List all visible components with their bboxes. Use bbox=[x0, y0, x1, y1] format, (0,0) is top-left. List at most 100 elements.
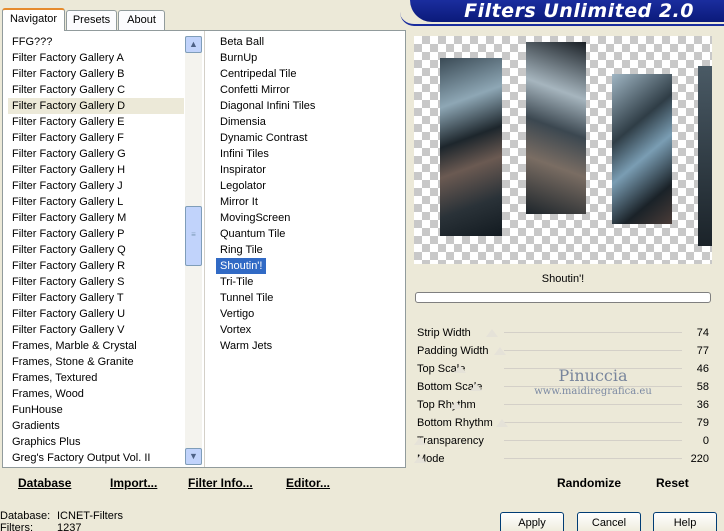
filter-item[interactable]: Dimensia bbox=[216, 114, 396, 130]
category-item[interactable]: Frames, Wood bbox=[8, 386, 184, 402]
param-slider-knob[interactable] bbox=[414, 455, 426, 463]
cancel-button[interactable]: Cancel bbox=[577, 512, 641, 531]
category-item[interactable]: Filter Factory Gallery D bbox=[8, 98, 184, 114]
category-item[interactable]: Filter Factory Gallery E bbox=[8, 114, 184, 130]
tab-about[interactable]: About bbox=[118, 10, 165, 30]
preview-strip bbox=[440, 58, 502, 236]
category-item[interactable]: FunHouse bbox=[8, 402, 184, 418]
category-item[interactable]: Frames, Stone & Granite bbox=[8, 354, 184, 370]
param-label: Strip Width bbox=[417, 327, 471, 339]
category-scrollbar[interactable]: ▲ ≡ ▼ bbox=[185, 36, 202, 465]
param-row[interactable]: Strip Width 74 bbox=[414, 324, 712, 342]
filter-item[interactable]: BurnUp bbox=[216, 50, 396, 66]
apply-button[interactable]: Apply bbox=[500, 512, 564, 531]
category-item[interactable]: Filter Factory Gallery F bbox=[8, 130, 184, 146]
randomize-button[interactable]: Randomize bbox=[557, 472, 621, 494]
param-value: 77 bbox=[696, 345, 709, 357]
editor-button[interactable]: Editor... bbox=[286, 472, 330, 494]
category-item[interactable]: Filter Factory Gallery C bbox=[8, 82, 184, 98]
param-slider-knob[interactable] bbox=[414, 437, 426, 445]
category-item[interactable]: Filter Factory Gallery L bbox=[8, 194, 184, 210]
reset-button[interactable]: Reset bbox=[656, 472, 689, 494]
tab-presets[interactable]: Presets bbox=[66, 10, 117, 30]
list-divider bbox=[204, 31, 205, 467]
preview-strip bbox=[698, 66, 712, 246]
param-slider-track[interactable] bbox=[504, 404, 682, 405]
param-row[interactable]: Bottom Rhythm 79 bbox=[414, 414, 712, 432]
category-item[interactable]: Filter Factory Gallery J bbox=[8, 178, 184, 194]
param-slider-knob[interactable] bbox=[450, 401, 462, 409]
import-button[interactable]: Import... bbox=[110, 472, 157, 494]
filter-item[interactable]: Mirror It bbox=[216, 194, 396, 210]
category-item[interactable]: Filter Factory Gallery V bbox=[8, 322, 184, 338]
param-slider-knob[interactable] bbox=[454, 365, 466, 373]
action-bar: Database Import... Filter Info... Editor… bbox=[0, 472, 724, 496]
filter-item[interactable]: Confetti Mirror bbox=[216, 82, 396, 98]
category-item[interactable]: Filter Factory Gallery U bbox=[8, 306, 184, 322]
param-value: 0 bbox=[702, 435, 709, 447]
help-button[interactable]: Help bbox=[653, 512, 717, 531]
param-row[interactable]: Mode 220 bbox=[414, 450, 712, 468]
scroll-down-button[interactable]: ▼ bbox=[185, 448, 202, 465]
category-item[interactable]: Filter Factory Gallery B bbox=[8, 66, 184, 82]
filter-info-button[interactable]: Filter Info... bbox=[188, 472, 253, 494]
filter-item[interactable]: Ring Tile bbox=[216, 242, 396, 258]
param-label: Bottom Rhythm bbox=[417, 417, 493, 429]
param-value: 220 bbox=[690, 453, 709, 465]
filter-item[interactable]: MovingScreen bbox=[216, 210, 396, 226]
filter-item[interactable]: Tri-Tile bbox=[216, 274, 396, 290]
filter-item[interactable]: Quantum Tile bbox=[216, 226, 396, 242]
filter-item[interactable]: Shoutin'! bbox=[216, 258, 396, 274]
database-button[interactable]: Database bbox=[18, 472, 71, 494]
category-item[interactable]: Filter Factory Gallery Q bbox=[8, 242, 184, 258]
param-row[interactable]: Padding Width 77 bbox=[414, 342, 712, 360]
filter-item[interactable]: Diagonal Infini Tiles bbox=[216, 98, 396, 114]
scroll-thumb[interactable]: ≡ bbox=[185, 206, 202, 266]
filter-item[interactable]: Legolator bbox=[216, 178, 396, 194]
tab-navigator[interactable]: Navigator bbox=[2, 8, 65, 31]
category-item[interactable]: Graphics Plus bbox=[8, 434, 184, 450]
database-value: ICNET-Filters bbox=[57, 510, 123, 522]
category-item[interactable]: Filter Factory Gallery R bbox=[8, 258, 184, 274]
category-item[interactable]: Filter Factory Gallery P bbox=[8, 226, 184, 242]
category-item[interactable]: FFG??? bbox=[8, 34, 184, 50]
category-item[interactable]: Filter Factory Gallery M bbox=[8, 210, 184, 226]
preview-strip bbox=[526, 42, 586, 214]
filter-item[interactable]: Dynamic Contrast bbox=[216, 130, 396, 146]
filter-item[interactable]: Vertigo bbox=[216, 306, 396, 322]
filter-item[interactable]: Inspirator bbox=[216, 162, 396, 178]
filter-item[interactable]: Warm Jets bbox=[216, 338, 396, 354]
category-item[interactable]: Filter Factory Gallery G bbox=[8, 146, 184, 162]
param-slider-track[interactable] bbox=[504, 458, 682, 459]
category-item[interactable]: Filter Factory Gallery S bbox=[8, 274, 184, 290]
param-value: 58 bbox=[696, 381, 709, 393]
category-item[interactable]: Filter Factory Gallery A bbox=[8, 50, 184, 66]
category-item[interactable]: Gradients bbox=[8, 418, 184, 434]
category-item[interactable]: Frames, Marble & Crystal bbox=[8, 338, 184, 354]
filter-item[interactable]: Beta Ball bbox=[216, 34, 396, 50]
param-slider-knob[interactable] bbox=[486, 329, 498, 337]
scroll-up-button[interactable]: ▲ bbox=[185, 36, 202, 53]
watermark-url: www.maidiregrafica.eu bbox=[534, 386, 652, 397]
param-slider-track[interactable] bbox=[504, 332, 682, 333]
filter-item[interactable]: Infini Tiles bbox=[216, 146, 396, 162]
category-item[interactable]: Frames, Textured bbox=[8, 370, 184, 386]
param-slider-track[interactable] bbox=[504, 422, 682, 423]
filter-item-selected[interactable]: Shoutin'! bbox=[216, 258, 267, 274]
category-item[interactable]: Filter Factory Gallery H bbox=[8, 162, 184, 178]
param-slider-track[interactable] bbox=[504, 440, 682, 441]
filter-item[interactable]: Vortex bbox=[216, 322, 396, 338]
param-value: 74 bbox=[696, 327, 709, 339]
param-row[interactable]: Transparency 0 bbox=[414, 432, 712, 450]
category-item[interactable]: Filter Factory Gallery T bbox=[8, 290, 184, 306]
param-slider-knob[interactable] bbox=[470, 383, 482, 391]
param-row[interactable]: Top Rhythm 36 bbox=[414, 396, 712, 414]
param-slider-track[interactable] bbox=[504, 350, 682, 351]
filter-item[interactable]: Tunnel Tile bbox=[216, 290, 396, 306]
param-value: 36 bbox=[696, 399, 709, 411]
param-slider-knob[interactable] bbox=[496, 419, 508, 427]
param-slider-knob[interactable] bbox=[494, 347, 506, 355]
category-item[interactable]: Greg's Factory Output Vol. II bbox=[8, 450, 184, 466]
param-label: Padding Width bbox=[417, 345, 489, 357]
filter-item[interactable]: Centripedal Tile bbox=[216, 66, 396, 82]
